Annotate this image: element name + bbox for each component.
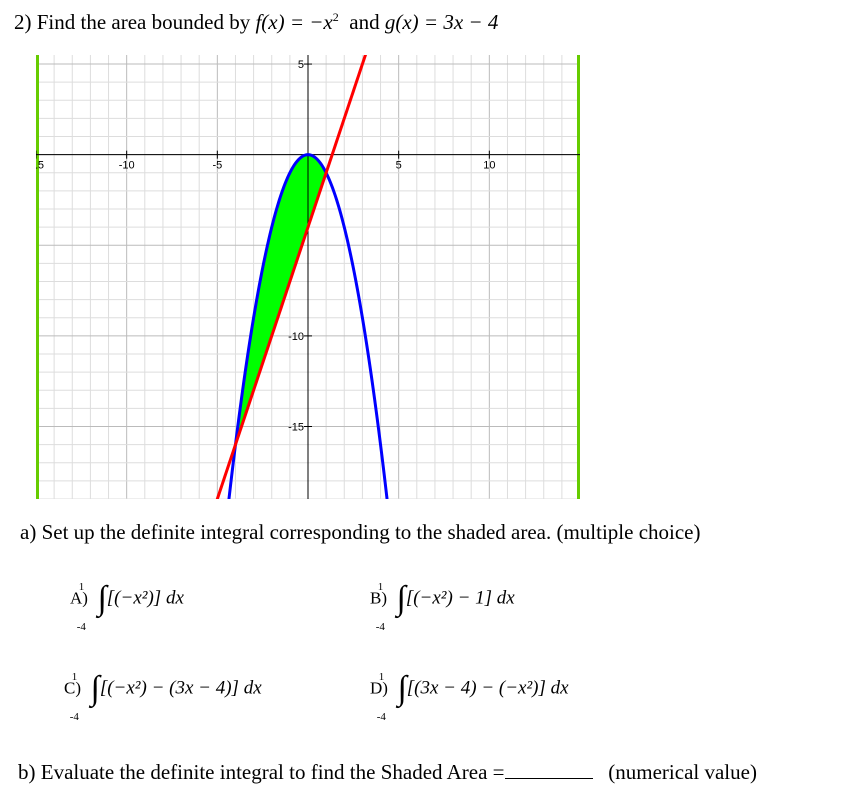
choice-a-dx: dx bbox=[165, 587, 184, 609]
choice-b-upper-limit: 1 bbox=[377, 581, 384, 594]
choice-c-upper-limit: 1 bbox=[71, 671, 78, 684]
choice-d-integrand: [(3x − 4) − (−x²)] bbox=[406, 677, 546, 699]
y-tick-label: -15 bbox=[288, 422, 304, 434]
choice-b-lower-limit: -4 bbox=[375, 621, 385, 634]
choice-a[interactable]: A) 1 -4 ∫[(−x²)] dx bbox=[70, 580, 184, 633]
x-tick-label: -15 bbox=[36, 160, 44, 172]
choice-d-dx: dx bbox=[550, 677, 569, 699]
x-tick-label: 5 bbox=[396, 160, 402, 172]
choice-c-lower-limit: -4 bbox=[69, 711, 79, 724]
question-number: 2) bbox=[14, 10, 32, 34]
choice-c-dx: dx bbox=[243, 677, 262, 699]
part-b-suffix: (numerical value) bbox=[608, 760, 757, 784]
integral-sign-icon: ∫ bbox=[397, 670, 407, 707]
y-tick-label: -10 bbox=[288, 331, 304, 343]
function-graph: -15 -10 -5 5 10 5 -10 -15 bbox=[36, 55, 580, 499]
choice-d-upper-limit: 1 bbox=[378, 671, 385, 684]
choice-c[interactable]: C) 1 -4 ∫[(−x²) − (3x − 4)] dx bbox=[64, 670, 262, 723]
choice-c-integrand: [(−x²) − (3x − 4)] bbox=[99, 677, 239, 699]
choice-d[interactable]: D) 1 -4 ∫[(3x − 4) − (−x²)] dx bbox=[370, 670, 569, 723]
integral-sign-icon: ∫ bbox=[90, 670, 100, 707]
choice-b-integrand: [(−x²) − 1] bbox=[405, 587, 493, 609]
part-b-text: b) Evaluate the definite integral to fin… bbox=[18, 760, 505, 784]
part-a-prompt: a) Set up the definite integral correspo… bbox=[20, 520, 701, 544]
x-tick-label: -10 bbox=[119, 160, 135, 172]
and-text: and bbox=[349, 10, 380, 34]
choice-a-integrand: [(−x²)] bbox=[106, 587, 162, 609]
choice-b-dx: dx bbox=[496, 587, 515, 609]
choice-a-upper-limit: 1 bbox=[78, 581, 85, 594]
part-b-prompt: b) Evaluate the definite integral to fin… bbox=[18, 760, 757, 785]
y-tick-label: 5 bbox=[298, 59, 304, 71]
integral-sign-icon: ∫ bbox=[97, 580, 107, 617]
choice-d-lower-limit: -4 bbox=[376, 711, 386, 724]
choice-b[interactable]: B) 1 -4 ∫[(−x²) − 1] dx bbox=[370, 580, 515, 633]
g-expression: g(x) = 3x − 4 bbox=[384, 10, 499, 34]
x-tick-label: -5 bbox=[212, 160, 222, 172]
choice-a-lower-limit: -4 bbox=[76, 621, 86, 634]
question-text: Find the area bounded by bbox=[36, 10, 251, 34]
x-tick-label: 10 bbox=[483, 160, 495, 172]
question-title: 2) Find the area bounded by f(x) = −x2 a… bbox=[14, 10, 498, 35]
answer-blank[interactable] bbox=[504, 760, 593, 779]
integral-sign-icon: ∫ bbox=[396, 580, 406, 617]
f-power: 2 bbox=[332, 10, 339, 24]
f-expression: f(x) = −x bbox=[255, 10, 333, 34]
